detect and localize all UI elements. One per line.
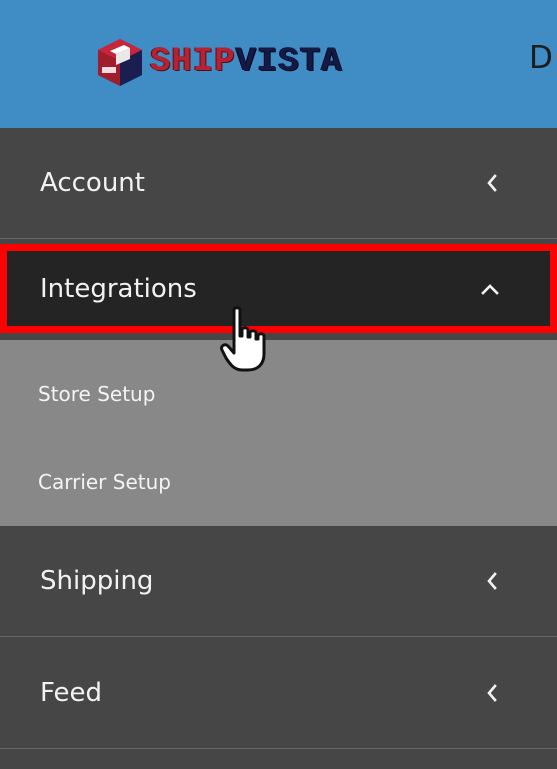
chevron-left-icon: [487, 174, 497, 192]
submenu-item-label: Carrier Setup: [38, 470, 171, 494]
cube-box-icon: [98, 39, 142, 86]
chevron-up-icon: [481, 283, 499, 295]
sidebar-item-label: Integrations: [40, 273, 197, 304]
sidebar-item-feed[interactable]: Feed: [0, 638, 557, 749]
sidebar-item-label: Shipping: [40, 566, 154, 596]
submenu-item-carrier-setup[interactable]: Carrier Setup: [0, 438, 557, 526]
sidebar-item-label: Feed: [40, 678, 103, 708]
sidebar-item-shipping[interactable]: Shipping: [0, 526, 557, 637]
logo-text-vista: VISTA: [235, 43, 343, 81]
hand-pointer-cursor-icon: [220, 306, 266, 372]
sidebar-item-integrations[interactable]: Integrations: [0, 244, 557, 333]
header-title-fragment: D: [529, 40, 553, 76]
chevron-left-icon: [487, 684, 497, 702]
shipvista-logo[interactable]: SHIPVISTA: [96, 34, 343, 90]
submenu-item-store-setup[interactable]: Store Setup: [0, 350, 557, 438]
sidebar-item-account[interactable]: Account: [0, 128, 557, 239]
submenu-item-label: Store Setup: [38, 382, 156, 406]
sidebar-nav: Account Integrations Store Setup Carrier…: [0, 128, 557, 769]
sidebar-item-label: Account: [40, 168, 145, 198]
logo-text-ship: SHIP: [150, 43, 236, 81]
chevron-left-icon: [487, 572, 497, 590]
app-header: SHIPVISTA D: [0, 0, 557, 128]
integrations-submenu: Store Setup Carrier Setup: [0, 340, 557, 526]
